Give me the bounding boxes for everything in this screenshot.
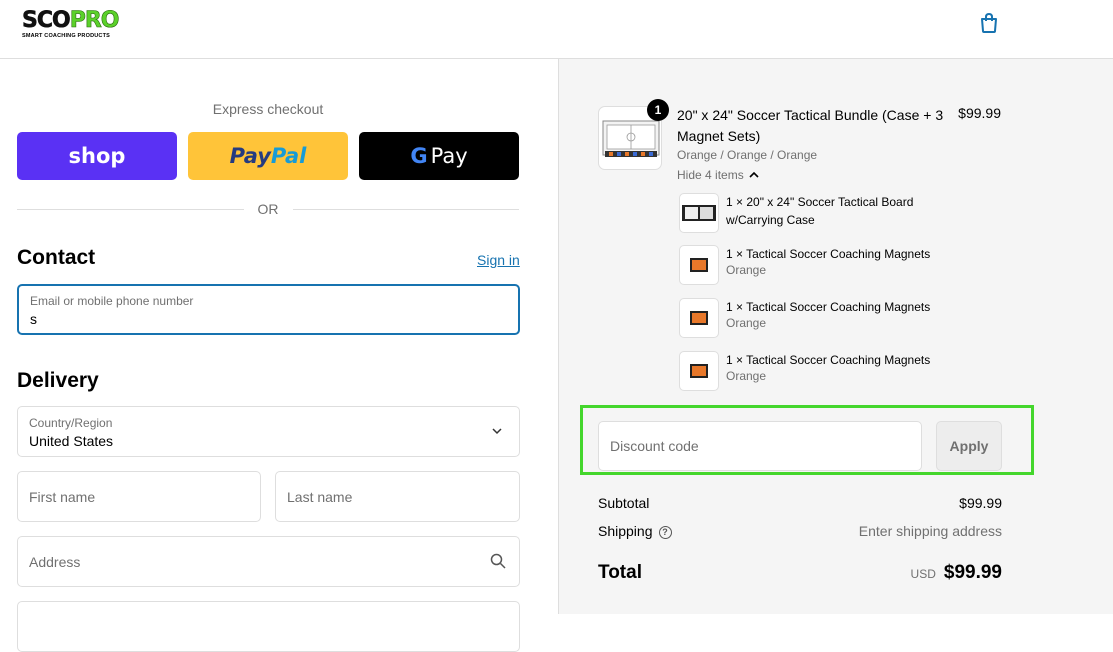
- total-row: Total USD $99.99: [598, 562, 1002, 584]
- bundle-item: 1 × Tactical Soccer Coaching Magnets Ora…: [677, 245, 977, 285]
- or-divider: OR: [17, 199, 519, 219]
- country-select-label: Country/Region: [29, 416, 113, 430]
- email-field[interactable]: Email or mobile phone number s: [17, 284, 520, 335]
- hide-items-toggle[interactable]: Hide 4 items: [677, 168, 759, 182]
- express-checkout-title: Express checkout: [212, 101, 324, 117]
- last-name-placeholder: Last name: [287, 489, 353, 505]
- product-variant: Orange / Orange / Orange: [677, 148, 818, 162]
- header: SCOPRO SMART COACHING PRODUCTS: [0, 0, 1113, 59]
- divider-line: [292, 208, 519, 210]
- chevron-down-icon: [492, 428, 502, 435]
- shipping-row: Shipping? Enter shipping address: [598, 523, 1002, 539]
- product-price: $99.99: [958, 105, 1001, 121]
- bundle-item-name: 1 × Tactical Soccer Coaching Magnets: [726, 300, 931, 314]
- paypal-label-pal: Pal: [270, 144, 307, 168]
- paypal-label-pay: Pay: [229, 144, 271, 168]
- logo-wordmark: SCOPRO: [22, 8, 120, 33]
- bundle-item: 1 × Tactical Soccer Coaching Magnets Ora…: [677, 351, 977, 391]
- shop-pay-label: shop: [68, 144, 126, 168]
- paypal-button[interactable]: Pay Pal: [188, 132, 348, 180]
- first-name-placeholder: First name: [29, 489, 96, 505]
- bundle-item-thumbnail: [679, 351, 719, 391]
- total-currency: USD: [910, 567, 936, 581]
- bundle-item-variant: Orange: [726, 369, 767, 383]
- total-label: Total: [598, 562, 642, 583]
- discount-code-input[interactable]: Discount code: [598, 421, 922, 471]
- board-case-image: [682, 205, 716, 221]
- bundle-item-name: 1 × 20" x 24" Soccer Tactical Board w/Ca…: [726, 195, 914, 227]
- bundle-item-thumbnail: [679, 193, 719, 233]
- shipping-label-wrap: Shipping?: [598, 523, 672, 539]
- apartment-field[interactable]: [17, 601, 520, 652]
- magnets-image: [690, 258, 708, 272]
- google-g-icon: G: [410, 144, 428, 168]
- bundle-item-thumbnail: [679, 298, 719, 338]
- total-value: $99.99: [943, 562, 1002, 583]
- bundle-item-name: 1 × Tactical Soccer Coaching Magnets: [726, 247, 931, 261]
- quantity-badge: 1: [647, 99, 669, 121]
- search-icon: [490, 553, 506, 569]
- delivery-heading: Delivery: [17, 369, 99, 392]
- logo-tagline: SMART COACHING PRODUCTS: [22, 33, 111, 39]
- email-field-label: Email or mobile phone number: [30, 294, 194, 308]
- sign-in-link[interactable]: Sign in: [477, 252, 520, 268]
- apply-discount-button[interactable]: Apply: [936, 421, 1002, 471]
- magnets-image: [690, 364, 708, 378]
- product-title: 20" x 24" Soccer Tactical Bundle (Case +…: [677, 107, 944, 144]
- bundle-item-variant: Orange: [726, 263, 767, 277]
- shopping-bag-icon[interactable]: [978, 12, 1000, 34]
- country-select-value: United States: [29, 433, 114, 449]
- country-select[interactable]: Country/Region United States: [17, 406, 520, 457]
- help-icon[interactable]: ?: [658, 526, 672, 539]
- total-value-wrap: USD $99.99: [911, 562, 1002, 584]
- shop-pay-button[interactable]: shop: [17, 132, 177, 180]
- chevron-up-icon: [749, 171, 759, 178]
- contact-heading: Contact: [17, 246, 96, 269]
- order-summary-column: 1 20" x 24" Soccer Tactical Bundle (Case…: [558, 59, 1113, 614]
- subtotal-value: $99.99: [959, 495, 1002, 511]
- bundle-item: 1 × Tactical Soccer Coaching Magnets Ora…: [677, 298, 977, 338]
- shipping-value: Enter shipping address: [858, 523, 1002, 539]
- magnets-image: [690, 311, 708, 325]
- subtotal-row: Subtotal $99.99: [598, 495, 1002, 511]
- google-pay-button[interactable]: G Pay: [359, 132, 519, 180]
- bundle-item: 1 × 20" x 24" Soccer Tactical Board w/Ca…: [677, 193, 977, 233]
- hide-items-label: Hide 4 items: [677, 168, 744, 182]
- address-field[interactable]: Address: [17, 536, 520, 587]
- last-name-field[interactable]: Last name: [275, 471, 520, 522]
- email-field-value: s: [30, 311, 37, 327]
- or-label: OR: [257, 201, 279, 217]
- scopro-logo[interactable]: SCOPRO SMART COACHING PRODUCTS: [22, 8, 120, 39]
- checkout-form-column: Express checkout shop Pay Pal G Pay OR Co…: [0, 59, 558, 652]
- bundle-item-thumbnail: [679, 245, 719, 285]
- divider-line: [17, 208, 244, 210]
- subtotal-label: Subtotal: [598, 495, 650, 511]
- bundle-item-variant: Orange: [726, 316, 767, 330]
- first-name-field[interactable]: First name: [17, 471, 261, 522]
- shipping-label: Shipping: [598, 523, 653, 539]
- discount-code-placeholder: Discount code: [610, 438, 699, 454]
- google-pay-label: Pay: [430, 144, 468, 168]
- address-placeholder: Address: [29, 554, 81, 570]
- bundle-item-name: 1 × Tactical Soccer Coaching Magnets: [726, 353, 931, 367]
